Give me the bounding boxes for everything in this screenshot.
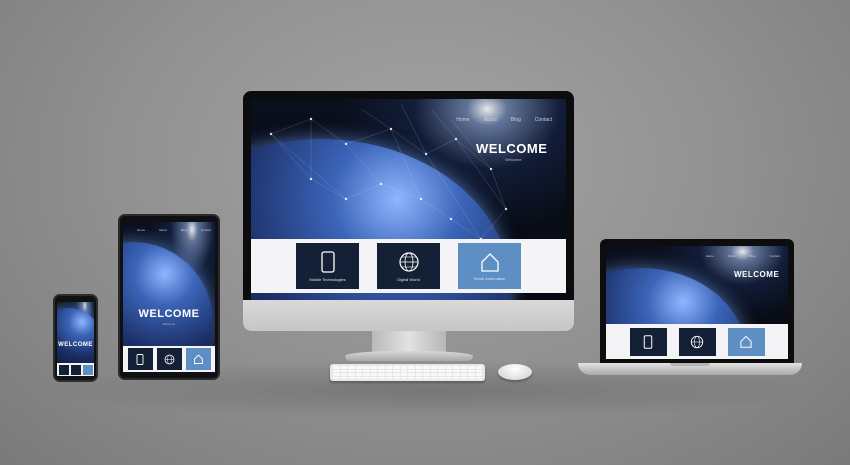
laptop-services-strip [606,324,788,359]
nav-contact[interactable]: Contact [535,117,552,123]
monitor-stand-neck [372,331,446,353]
house-icon [193,354,203,364]
laptop-screen: Home About Blog Contact WELCOME [606,246,788,359]
monitor-chin [243,300,574,331]
service-tile-digital[interactable]: Digital World [377,243,440,289]
keyboard [330,364,485,381]
service-tile-mobile[interactable]: Mobile Technologies [296,243,359,289]
laptop-nav-contact[interactable]: Contact [770,254,780,258]
service-label-home: Home Automation [473,275,506,281]
monitor-stand-base [345,351,473,361]
globe-icon [164,354,174,364]
tablet-welcome-subtitle: Welcome [162,322,176,326]
phone-tile-mobile[interactable] [58,364,69,375]
smartphone: WELCOME [53,294,98,382]
house-icon [740,335,752,348]
nav-home[interactable]: Home [456,117,469,123]
nav-about[interactable]: About [484,117,497,123]
laptop-nav-blog[interactable]: Blog [750,254,756,258]
desktop-screen: Home About Blog Contact WELCOME Welcome … [251,99,566,302]
tablet-tile-digital[interactable] [156,348,182,370]
service-tile-home[interactable]: Home Automation [458,243,521,289]
service-label-digital: Digital World [397,276,420,282]
phone-screen: WELCOME [57,302,94,376]
laptop-lid: Home About Blog Contact WELCOME [600,239,794,364]
phone-tile-digital[interactable] [70,364,81,375]
laptop-tile-digital[interactable] [678,327,716,356]
service-label-mobile: Mobile Technologies [309,276,346,282]
desktop-monitor: Home About Blog Contact WELCOME Welcome … [243,91,574,331]
tablet-screen: Home About Blog Contact WELCOME Welcome [123,222,215,372]
tablet-nav-blog[interactable]: Blog [181,228,187,232]
tablet: Home About Blog Contact WELCOME Welcome [118,214,220,380]
desktop-welcome-subtitle: Welcome [505,157,522,162]
tablet-nav: Home About Blog Contact [123,228,211,232]
nav-blog[interactable]: Blog [511,117,521,123]
smartphone-icon [643,334,653,349]
globe-icon [398,251,419,272]
laptop-base [578,363,802,375]
phone-welcome-title: WELCOME [58,342,93,348]
globe-icon [690,335,704,348]
phone-services-strip [57,363,94,376]
laptop-nav: Home About Blog Contact [692,254,780,258]
laptop-nav-home[interactable]: Home [706,254,714,258]
tablet-welcome-title: WELCOME [138,308,200,320]
tablet-services-strip [123,346,215,372]
laptop-tile-home[interactable] [727,327,765,356]
smartphone-icon [136,353,144,365]
laptop-notch [670,363,710,366]
desktop-welcome-title: WELCOME [476,141,548,156]
laptop-tile-mobile[interactable] [629,327,667,356]
smartphone-icon [320,250,335,273]
laptop-welcome-title: WELCOME [734,270,780,279]
desktop-services-strip: Mobile Technologies Digital World Home A… [251,239,566,293]
mouse [498,364,532,380]
laptop-nav-about[interactable]: About [728,254,736,258]
house-icon [480,252,499,272]
tablet-nav-contact[interactable]: Contact [201,228,211,232]
phone-tile-home[interactable] [82,364,93,375]
tablet-nav-about[interactable]: About [159,228,167,232]
tablet-nav-home[interactable]: Home [137,228,145,232]
desktop-nav: Home About Blog Contact [442,117,552,123]
tablet-tile-home[interactable] [185,348,211,370]
tablet-tile-mobile[interactable] [127,348,153,370]
